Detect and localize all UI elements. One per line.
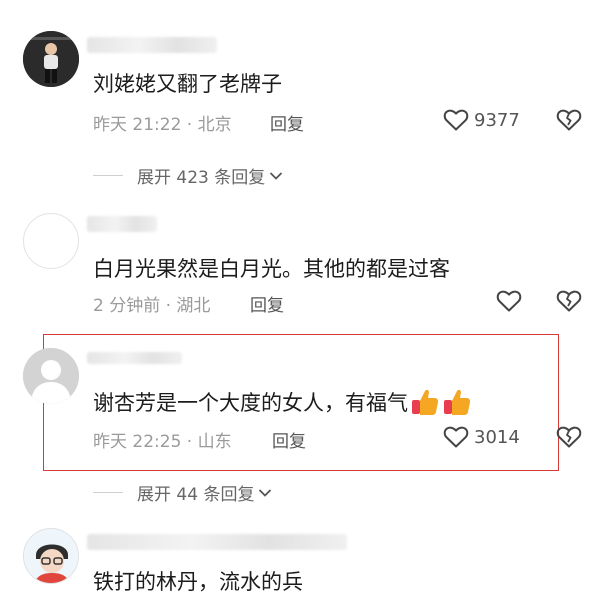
reply-button[interactable]: 回复 xyxy=(272,427,306,452)
broken-heart-icon[interactable] xyxy=(556,108,582,132)
avatar[interactable] xyxy=(23,348,79,404)
expand-replies[interactable]: 展开 423 条回复 xyxy=(93,163,283,188)
avatar[interactable] xyxy=(23,213,79,269)
heart-icon xyxy=(443,425,469,449)
thumbs-up-icon xyxy=(442,387,472,417)
reply-button[interactable]: 回复 xyxy=(270,110,304,135)
like-button[interactable]: 3014 xyxy=(443,425,520,449)
comment-meta: 昨天 22:25 · 山东 xyxy=(93,432,232,452)
heart-icon xyxy=(443,108,469,132)
comment-text: 刘姥姥又翻了老牌子 xyxy=(93,72,282,96)
chevron-down-icon xyxy=(258,488,272,498)
comment-body: 谢杏芳是一个大度的女人，有福气 xyxy=(93,391,408,415)
broken-heart-icon[interactable] xyxy=(556,289,582,313)
comment-text: 铁打的林丹，流水的兵 xyxy=(93,570,303,594)
like-count: 9377 xyxy=(474,109,520,131)
expand-replies-label: 展开 44 条回复 xyxy=(137,485,255,505)
username[interactable] xyxy=(87,352,182,364)
divider xyxy=(93,492,123,493)
username[interactable] xyxy=(87,216,157,232)
chevron-down-icon xyxy=(269,171,283,181)
avatar[interactable] xyxy=(23,528,79,584)
avatar-photo-icon xyxy=(23,31,79,87)
username[interactable] xyxy=(87,534,347,550)
thumbs-up-icon xyxy=(410,387,440,417)
heart-icon[interactable] xyxy=(496,289,522,313)
reply-button[interactable]: 回复 xyxy=(250,291,284,316)
expand-replies-label: 展开 423 条回复 xyxy=(137,168,266,188)
comment-text: 谢杏芳是一个大度的女人，有福气 xyxy=(93,387,472,417)
divider xyxy=(93,175,123,176)
broken-heart-icon[interactable] xyxy=(556,425,582,449)
comment-text: 白月光果然是白月光。其他的都是过客 xyxy=(93,257,450,281)
comment-meta: 2 分钟前 · 湖北 xyxy=(93,296,211,316)
like-count: 3014 xyxy=(474,426,520,448)
default-avatar-icon xyxy=(23,348,79,404)
avatar[interactable] xyxy=(23,31,79,87)
username[interactable] xyxy=(87,37,217,53)
expand-replies[interactable]: 展开 44 条回复 xyxy=(93,480,272,505)
comment-meta: 昨天 21:22 · 北京 xyxy=(93,115,232,135)
like-button[interactable]: 9377 xyxy=(443,108,520,132)
avatar-cartoon-icon xyxy=(24,529,78,583)
